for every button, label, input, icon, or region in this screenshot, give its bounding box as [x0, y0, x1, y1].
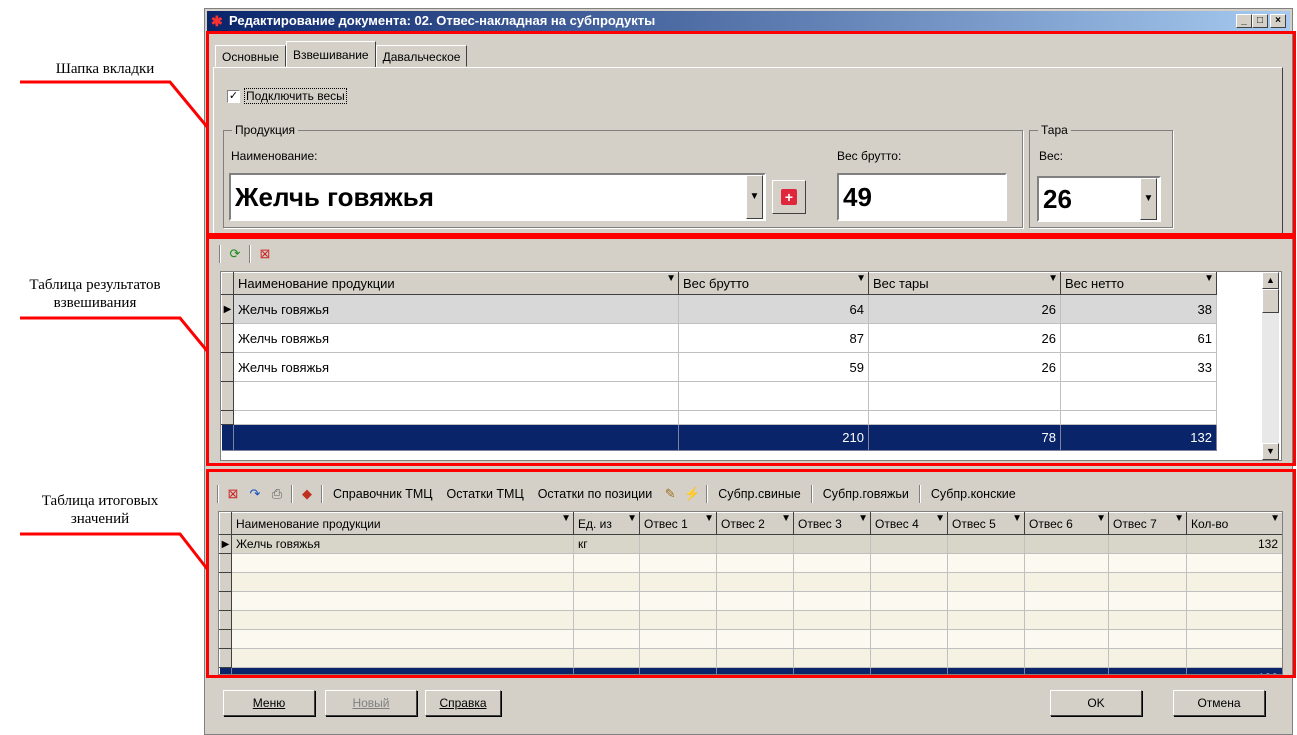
annotation-results-line-1: Таблица результатов	[29, 277, 161, 293]
leader-line-header	[20, 80, 210, 129]
help-button-label: Справка	[439, 696, 487, 710]
cancel-button-label: Отмена	[1197, 696, 1241, 710]
annotation-header: Шапка вкладки	[55, 61, 155, 77]
annotation-totals-line-1: Таблица итоговых	[41, 493, 159, 509]
annotation-totals-table: Таблица итоговых значений	[10, 492, 190, 528]
close-button[interactable]: ×	[1270, 14, 1286, 28]
results-highlight-box	[206, 236, 1296, 466]
tab-weighing[interactable]: Взвешивание	[285, 41, 376, 67]
new-button-label: Новый	[352, 696, 390, 710]
maximize-button[interactable]: □	[1252, 14, 1268, 28]
annotation-results-line-2: взвешивания	[53, 295, 137, 311]
cancel-button[interactable]: Отмена	[1173, 690, 1265, 716]
menu-button[interactable]: Меню	[223, 690, 315, 716]
leader-line-totals	[20, 532, 210, 571]
menu-button-label: Меню	[252, 696, 286, 710]
minimize-button[interactable]: _	[1236, 14, 1252, 28]
ok-button-label: OK	[1087, 696, 1105, 710]
title-bar[interactable]: ✱ Редактирование документа: 02. Отвес-на…	[207, 11, 1290, 31]
ok-button[interactable]: OK	[1050, 690, 1142, 716]
window-title: Редактирование документа: 02. Отвес-накл…	[229, 13, 656, 28]
totals-highlight-box	[206, 469, 1296, 678]
annotation-totals-line-2: значений	[70, 511, 130, 527]
new-button[interactable]: Новый	[325, 690, 417, 716]
leader-line-results	[20, 316, 210, 353]
annotation-results-table: Таблица результатов взвешивания	[0, 276, 190, 312]
app-icon: ✱	[211, 13, 223, 29]
help-button[interactable]: Справка	[425, 690, 501, 716]
